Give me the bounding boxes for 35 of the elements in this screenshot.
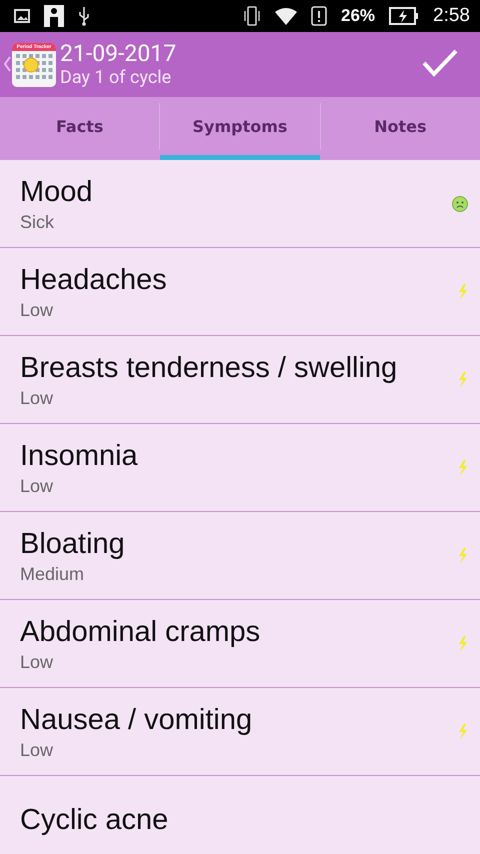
symptom-level: Low [20,474,54,498]
symptom-level: Low [20,386,54,410]
symptom-level: Low [20,738,54,762]
lightning-icon [458,724,468,740]
sad-face-icon [452,196,468,212]
date-title: 21-09-2017 [60,40,178,66]
lightning-icon [458,284,468,300]
notification-icon [44,5,64,27]
usb-icon [78,6,90,26]
lightning-icon [458,636,468,652]
cycle-day-subtitle: Day 1 of cycle [60,66,172,88]
symptom-name: Nausea / vomiting [20,702,254,738]
symptom-name: Headaches [20,262,168,298]
battery-percent: 26% [340,6,376,26]
lightning-icon [458,460,468,476]
lightning-icon [458,548,468,564]
symptom-name: Cyclic acne [20,802,170,838]
alert-icon [310,6,327,26]
symptom-name: Abdominal cramps [20,614,262,650]
battery-charging-icon [389,7,420,25]
symptom-name: Mood [20,174,94,210]
symptom-name: Bloating [20,526,126,562]
tab[interactable]: Facts [0,97,160,160]
wifi-icon [274,8,297,24]
clock-time: 2:58 [433,5,470,27]
symptom-name: Insomnia [20,438,139,474]
symptom-level: Low [20,298,54,322]
symptom-level: Sick [20,210,56,234]
lightning-icon [458,372,468,388]
symptom-level: Medium [20,562,86,586]
tab[interactable]: Notes [320,97,480,160]
symptom-name: Breasts tenderness / swelling [20,350,398,386]
vibrate-icon [242,6,261,26]
symptom-level: Low [20,650,54,674]
image-icon [14,9,30,23]
